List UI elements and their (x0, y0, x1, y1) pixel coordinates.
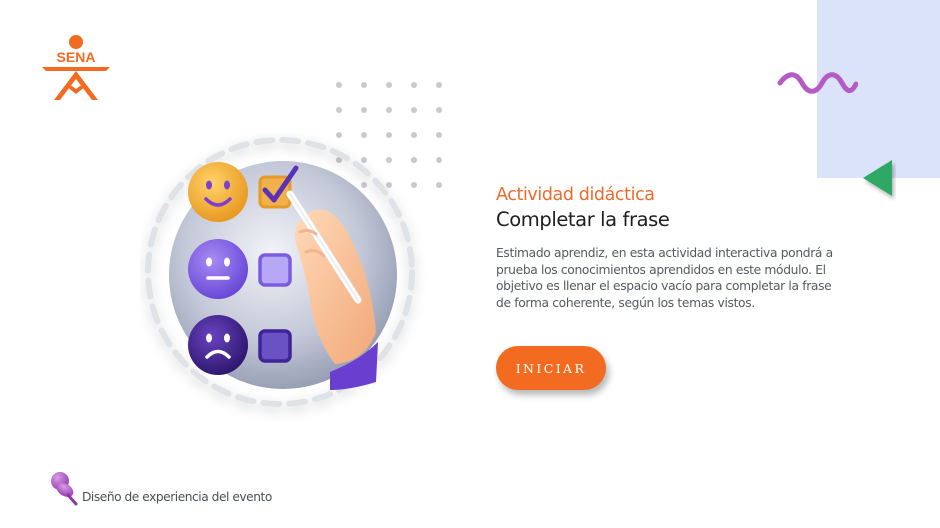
sad-face-icon (188, 315, 248, 375)
start-button[interactable]: INICIAR (496, 346, 606, 390)
pushpin-icon (51, 472, 78, 506)
activity-description: Estimado aprendiz, en esta actividad int… (496, 246, 833, 310)
activity-category: Actividad didáctica (496, 185, 655, 205)
activity-title: Completar la frase (496, 208, 670, 231)
wave-decoration-icon (777, 72, 858, 94)
checkbox-empty-icon (258, 329, 292, 363)
footer-label: Diseño de experiencia del evento (82, 490, 272, 504)
happy-face-icon (188, 162, 248, 222)
sena-logo: SENA (42, 35, 110, 100)
activity-illustration (145, 137, 415, 407)
neutral-face-icon (188, 239, 248, 299)
footer-credit: Diseño de experiencia del evento (48, 466, 272, 506)
activity-content: Actividad didáctica Completar la frase E… (496, 184, 846, 311)
activity-intro-screen: SENA Actividad didáctica Completar la fr… (0, 0, 940, 528)
logo-text: SENA (57, 49, 96, 65)
triangle-decoration-icon (863, 160, 892, 196)
checkbox-empty-icon (258, 253, 292, 287)
